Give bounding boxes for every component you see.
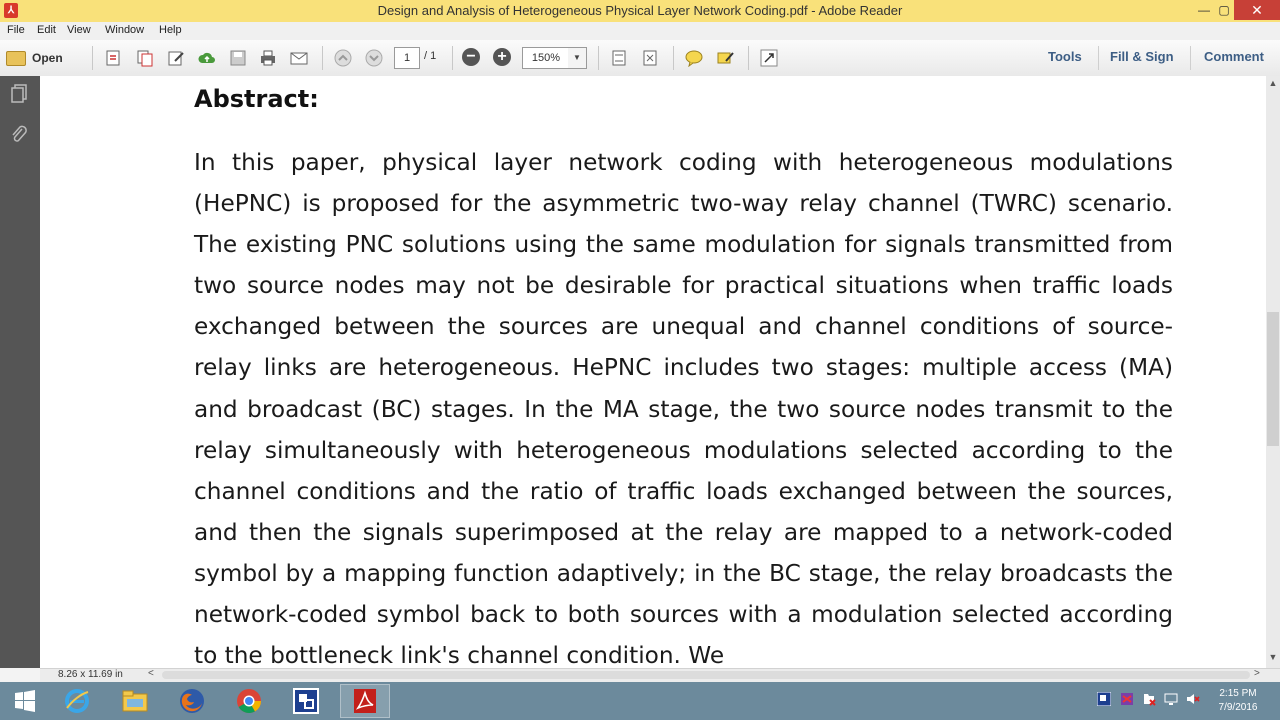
app-window-icon	[293, 688, 319, 714]
fit-page-icon[interactable]	[610, 49, 628, 67]
tray-flag-icon[interactable]	[1120, 692, 1134, 706]
toolbar-separator	[673, 46, 674, 70]
scroll-down-arrow-icon[interactable]: ▼	[1266, 652, 1280, 662]
toolbar-separator	[1190, 46, 1191, 70]
toolbar-separator	[322, 46, 323, 70]
taskbar-internet-explorer[interactable]	[52, 684, 102, 718]
previous-page-icon[interactable]	[334, 49, 352, 67]
tray-action-center-icon[interactable]	[1142, 692, 1156, 706]
taskbar-file-explorer[interactable]	[110, 684, 160, 718]
tray-volume-muted-icon[interactable]	[1186, 692, 1200, 706]
tray-network-app-icon[interactable]	[1097, 692, 1111, 706]
cloud-upload-icon[interactable]	[198, 49, 216, 67]
close-button[interactable]: ✕	[1234, 0, 1280, 20]
highlight-icon[interactable]	[716, 49, 734, 67]
edit-pdf-icon[interactable]	[167, 49, 185, 67]
clock-date: 7/9/2016	[1218, 702, 1258, 713]
attachments-paperclip-icon[interactable]	[10, 124, 28, 144]
zoom-dropdown-chevron-down-icon[interactable]: ▼	[568, 47, 587, 69]
scroll-up-arrow-icon[interactable]: ▲	[1266, 78, 1280, 88]
taskbar-firefox[interactable]	[167, 684, 217, 718]
menu-bar: File Edit View Window Help	[0, 22, 1280, 40]
taskbar-clock[interactable]: 2:15 PM 7/9/2016	[1212, 687, 1264, 715]
open-label: Open	[32, 51, 63, 65]
taskbar-chrome[interactable]	[224, 684, 274, 718]
fill-sign-pane-button[interactable]: Fill & Sign	[1110, 49, 1174, 64]
clock-time: 2:15 PM	[1219, 688, 1257, 699]
next-page-icon[interactable]	[365, 49, 383, 67]
file-explorer-folder-icon	[122, 690, 148, 712]
tray-network-icon[interactable]	[1164, 692, 1178, 706]
scroll-left-arrow-icon[interactable]: <	[148, 668, 154, 679]
start-button[interactable]	[0, 684, 50, 718]
sticky-note-icon[interactable]	[685, 49, 703, 67]
toolbar: Open 1 / 1 − + 150% ▼ Tools Fill & Sign …	[0, 40, 1280, 77]
zoom-level-input[interactable]: 150%	[522, 47, 570, 69]
page-thumbnails-icon[interactable]	[10, 84, 28, 104]
print-icon[interactable]	[259, 49, 277, 67]
vertical-scrollbar-thumb[interactable]	[1267, 312, 1279, 446]
windows-logo-icon	[15, 690, 35, 712]
toolbar-separator	[748, 46, 749, 70]
page-size-label: 8.26 x 11.69 in	[58, 669, 123, 680]
email-icon[interactable]	[290, 49, 308, 67]
open-button[interactable]: Open	[6, 48, 63, 68]
taskbar-adobe-reader[interactable]	[340, 684, 390, 718]
toolbar-separator	[1098, 46, 1099, 70]
menu-file[interactable]: File	[7, 24, 25, 36]
page-total: / 1	[424, 50, 437, 62]
menu-window[interactable]: Window	[105, 24, 144, 36]
internet-explorer-icon	[65, 689, 89, 713]
tools-pane-button[interactable]: Tools	[1048, 49, 1082, 64]
firefox-icon	[180, 689, 204, 713]
chrome-icon	[237, 689, 261, 714]
full-screen-icon[interactable]	[641, 49, 659, 67]
toolbar-separator	[598, 46, 599, 70]
comment-pane-button[interactable]: Comment	[1204, 49, 1264, 64]
window-title: Design and Analysis of Heterogeneous Phy…	[377, 3, 903, 18]
zoom-out-button[interactable]: −	[462, 48, 480, 66]
navigation-panel	[0, 76, 40, 668]
menu-view[interactable]: View	[67, 24, 91, 36]
menu-help[interactable]: Help	[159, 24, 182, 36]
folder-icon	[6, 50, 26, 66]
toolbar-separator	[452, 46, 453, 70]
zoom-in-button[interactable]: +	[493, 48, 511, 66]
horizontal-scrollbar[interactable]	[162, 671, 1250, 679]
expand-icon[interactable]	[760, 49, 778, 67]
taskbar-app[interactable]	[281, 684, 331, 718]
document-viewport[interactable]: Abstract: In this paper, physical layer …	[40, 76, 1266, 668]
page-number-input[interactable]: 1	[394, 47, 420, 69]
scroll-right-arrow-icon[interactable]: >	[1254, 668, 1260, 679]
toolbar-separator	[92, 46, 93, 70]
title-bar: ⅄ Design and Analysis of Heterogeneous P…	[0, 0, 1280, 22]
adobe-reader-icon	[354, 689, 376, 713]
create-pdf-icon[interactable]	[104, 49, 122, 67]
abstract-paragraph: In this paper, physical layer network co…	[194, 149, 1173, 668]
menu-edit[interactable]: Edit	[37, 24, 56, 36]
save-icon[interactable]	[229, 49, 247, 67]
abstract-heading: Abstract:	[194, 85, 319, 113]
combine-files-icon[interactable]	[136, 49, 154, 67]
